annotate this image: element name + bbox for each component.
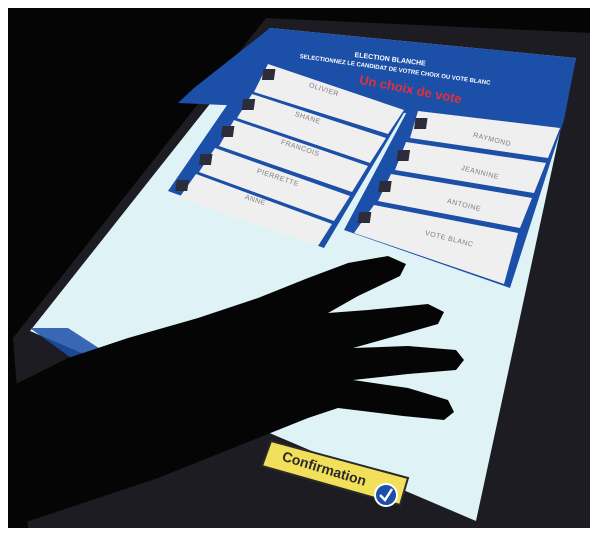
checkbox-icon[interactable] — [175, 180, 189, 191]
checkbox-icon[interactable] — [357, 212, 372, 223]
checkbox-icon[interactable] — [198, 154, 213, 165]
checkbox-icon[interactable] — [261, 69, 276, 80]
checkbox-icon[interactable] — [378, 181, 392, 192]
checkbox-icon[interactable] — [241, 99, 256, 110]
checkbox-icon[interactable] — [396, 150, 411, 161]
check-circle-icon — [374, 483, 398, 507]
checkbox-icon[interactable] — [413, 118, 428, 129]
tablet-device — [8, 18, 590, 528]
checkbox-icon[interactable] — [220, 126, 235, 137]
photo-scene: ELECTION BLANCHE SELECTIONNEZ LE CANDIDA… — [8, 8, 590, 528]
